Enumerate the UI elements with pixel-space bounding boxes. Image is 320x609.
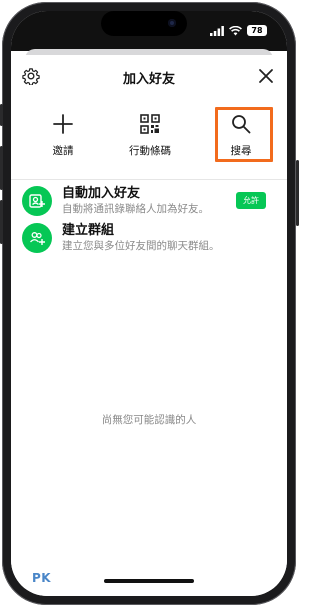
power-button [296, 160, 299, 226]
home-indicator [104, 579, 194, 583]
battery-indicator: 78 [247, 25, 267, 36]
empty-state-text: 尚無您可能認識的人 [101, 414, 197, 426]
add-friend-sheet: 加入好友 邀請 行動條碼 搜尋 自動加入好友 自動將通訊錄聯絡人加為好友。 允許… [11, 55, 287, 596]
sheet-header: 加入好友 [11, 55, 287, 99]
action-button [0, 104, 3, 126]
auto-add-title: 自動加入好友 [62, 186, 141, 201]
group-add-icon [22, 223, 52, 253]
invite-button[interactable]: 邀請 [28, 107, 98, 158]
wifi-icon [229, 25, 242, 35]
create-group-desc: 建立您與多位好友間的聊天群組。 [62, 240, 220, 252]
dynamic-island [101, 11, 187, 36]
create-group-title: 建立群組 [62, 223, 115, 238]
page-title: 加入好友 [122, 72, 175, 87]
phone-frame: 78 加入好友 邀請 行動條碼 搜尋 自動加入好友 自動將通訊錄聯絡人加為好友。… [2, 2, 296, 605]
divider [11, 179, 287, 180]
watermark: PK [32, 571, 53, 585]
close-icon[interactable] [257, 67, 275, 85]
watermark-main: PK [32, 571, 52, 585]
allow-button[interactable]: 允許 [236, 192, 266, 209]
qr-code-label: 行動條碼 [129, 145, 171, 157]
plus-icon [53, 114, 73, 134]
volume-up-button [0, 146, 3, 190]
signal-icon [210, 25, 224, 36]
list-item-auto-add[interactable]: 自動加入好友 自動將通訊錄聯絡人加為好友。 允許 [11, 182, 287, 222]
screen: 78 加入好友 邀請 行動條碼 搜尋 自動加入好友 自動將通訊錄聯絡人加為好友。… [11, 11, 287, 596]
invite-label: 邀請 [52, 145, 74, 157]
status-icons: 78 [210, 25, 267, 36]
camera-icon [168, 19, 176, 27]
auto-add-desc: 自動將通訊錄聯絡人加為好友。 [62, 203, 209, 215]
qr-code-icon [140, 114, 160, 134]
qr-code-button[interactable]: 行動條碼 [115, 107, 185, 158]
contacts-add-icon [22, 186, 52, 216]
search-highlight-box [215, 107, 273, 162]
list-item-create-group[interactable]: 建立群組 建立您與多位好友間的聊天群組。 [11, 219, 287, 259]
volume-down-button [0, 200, 3, 244]
